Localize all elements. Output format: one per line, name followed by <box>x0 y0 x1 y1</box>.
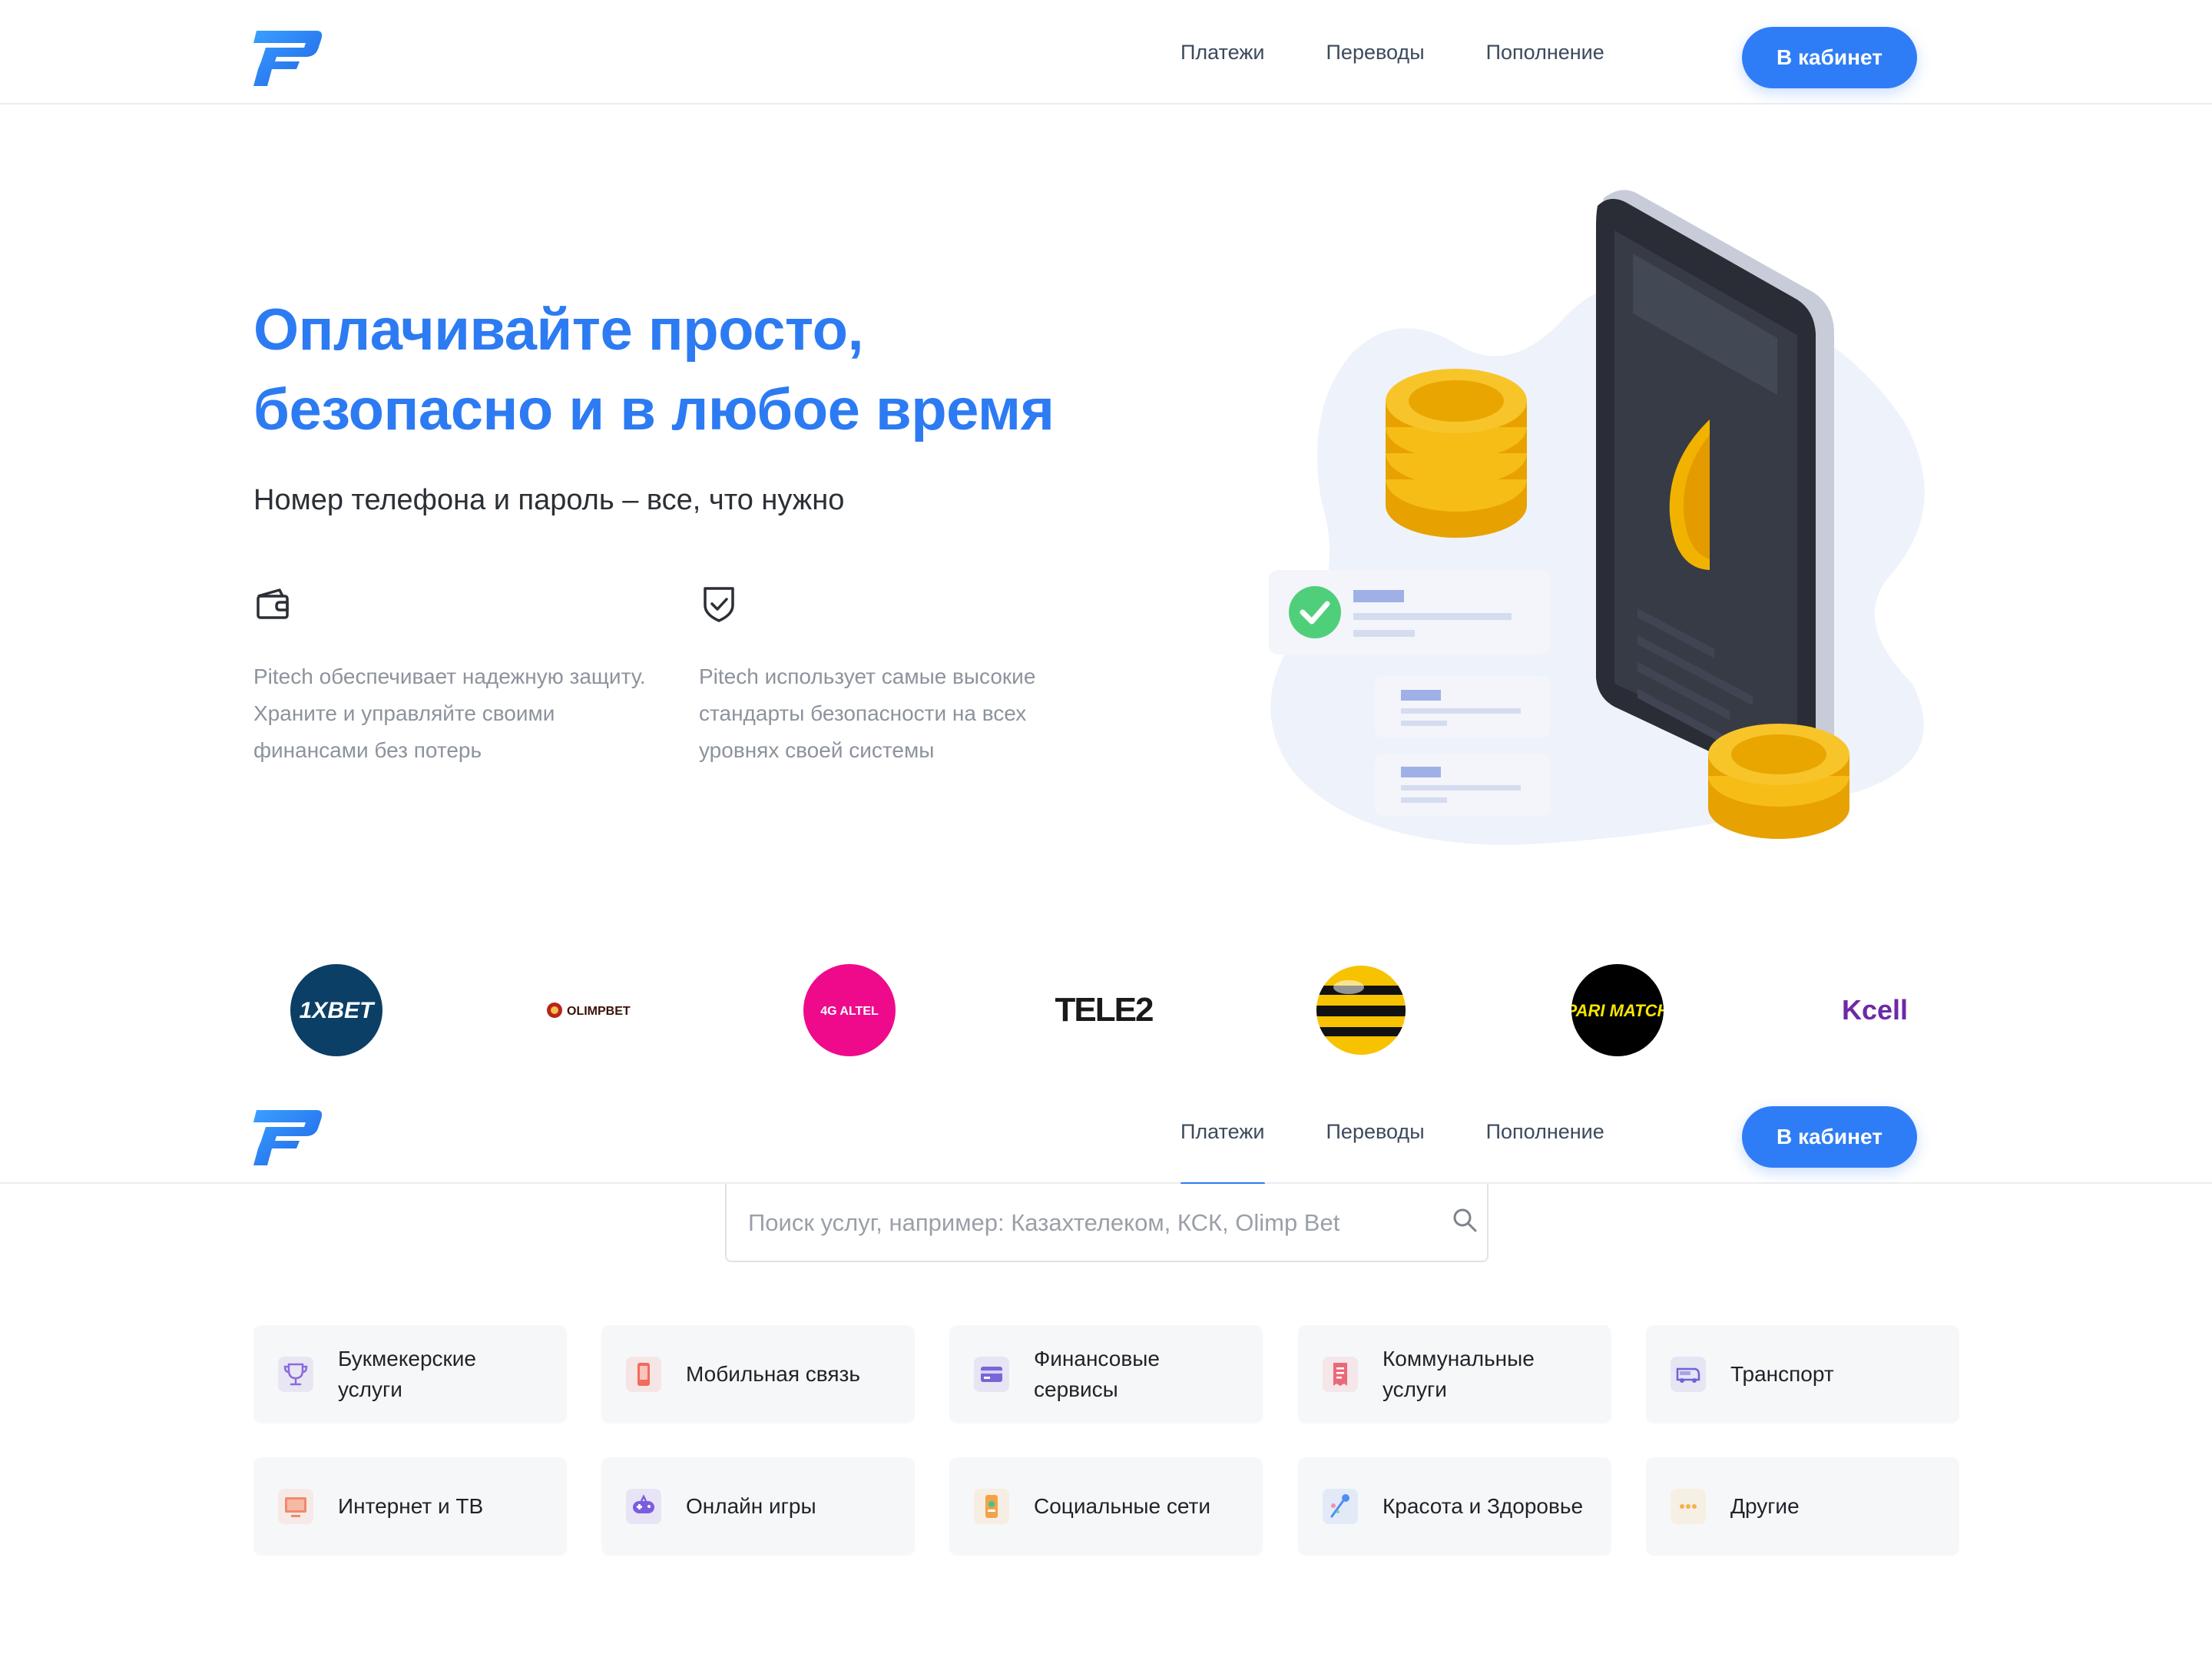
tab-payments[interactable]: Платежи <box>1181 1079 1265 1185</box>
category-label: Интернет и ТВ <box>338 1494 484 1518</box>
nav-payments[interactable]: Платежи <box>1181 0 1265 104</box>
receipt-icon <box>1323 1357 1358 1392</box>
altel-logo: 4G ALTEL <box>803 964 896 1056</box>
category-label: Коммунальные услуги <box>1382 1347 1535 1401</box>
category-tile[interactable]: Другие <box>1646 1457 1959 1556</box>
category-label: Онлайн игры <box>686 1494 816 1518</box>
gamepad-icon <box>626 1489 661 1524</box>
card-icon <box>974 1357 1009 1392</box>
bus-icon <box>1671 1357 1706 1392</box>
parimatch-logo: PARI MATCH <box>1571 964 1664 1056</box>
dots-icon <box>1671 1489 1706 1524</box>
category-tile[interactable]: Красота и Здоровье <box>1298 1457 1611 1556</box>
category-label: Социальные сети <box>1034 1494 1211 1518</box>
partner-parimatch[interactable]: PARI MATCH <box>1571 960 1664 1060</box>
partners-strip: 1XBET OLIMPBET 4G ALTEL TELE2 ARI MATCH … <box>253 960 1959 1060</box>
olimpbet-logo: OLIMPBET <box>547 1003 631 1018</box>
hero-title: Оплачивайте просто, безопасно и в любое … <box>253 297 1055 442</box>
partner-parimatch-label: PARI MATCH <box>1571 1001 1664 1020</box>
cabinet-button[interactable]: В кабинет <box>1742 27 1917 88</box>
partner-1xbet[interactable]: 1XBET <box>290 960 382 1060</box>
search-input[interactable] <box>748 1184 1409 1261</box>
partner-kcell-label: Kcell <box>1842 994 1908 1026</box>
nav-topup[interactable]: Пополнение <box>1486 0 1604 104</box>
tab-transfers[interactable]: Переводы <box>1326 1079 1425 1184</box>
phone-icon <box>626 1357 661 1392</box>
beeline-logo <box>1316 966 1406 1055</box>
pitech-logo[interactable] <box>253 29 323 88</box>
tele2-logo: TELE2 <box>1055 991 1154 1029</box>
sticky-nav: Платежи Переводы Пополнение <box>1181 1079 1604 1185</box>
main-nav: Платежи Переводы Пополнение <box>1181 0 1604 104</box>
partner-tele2[interactable]: TELE2 <box>1054 960 1154 1060</box>
1xbet-logo: 1XBET <box>290 964 382 1056</box>
partner-altel-label: 4G ALTEL <box>820 1005 879 1018</box>
category-label: Красота и Здоровье <box>1382 1494 1584 1518</box>
partner-tele2-label: TELE2 <box>1055 991 1153 1029</box>
partner-kcell[interactable]: Kcell <box>1833 960 1917 1060</box>
category-label: Букмекерские услуги <box>338 1347 477 1401</box>
tv-icon <box>278 1489 313 1524</box>
feature-wallet-text: Pitech обеспечивает надежную защиту. Хра… <box>253 665 646 762</box>
category-tile[interactable]: Социальные сети <box>949 1457 1263 1556</box>
category-tile[interactable]: Транспорт <box>1646 1325 1959 1423</box>
top-header: Платежи Переводы Пополнение В кабинет <box>0 0 2212 104</box>
category-tile[interactable]: Мобильная связь <box>601 1325 915 1423</box>
wallet-icon <box>257 588 289 619</box>
category-tile[interactable]: Интернет и ТВ <box>253 1457 567 1556</box>
sticky-header: Платежи Переводы Пополнение В кабинет <box>0 1079 2212 1185</box>
partner-altel[interactable]: 4G ALTEL <box>803 960 896 1060</box>
feature-security-text: Pitech использует самые высокие стандарт… <box>699 665 1036 762</box>
category-label: Другие <box>1730 1494 1800 1518</box>
social-icon <box>974 1489 1009 1524</box>
trophy-icon <box>278 1357 313 1392</box>
category-label: Мобильная связь <box>686 1362 860 1386</box>
partner-olimpbet[interactable]: OLIMPBET <box>545 960 645 1060</box>
search-box <box>725 1184 1488 1262</box>
partner-beeline[interactable] <box>1315 960 1407 1060</box>
beauty-icon <box>1323 1489 1358 1524</box>
nav-transfers[interactable]: Переводы <box>1326 0 1425 104</box>
sticky-cabinet-button[interactable]: В кабинет <box>1742 1106 1917 1168</box>
search-icon[interactable] <box>1452 1207 1478 1233</box>
category-tile[interactable]: Финансовые сервисы <box>949 1325 1263 1423</box>
pitech-logo[interactable] <box>253 1109 323 1167</box>
hero-illustration <box>1269 190 1925 845</box>
shield-check-icon <box>704 587 734 622</box>
category-label: Финансовые сервисы <box>1034 1347 1160 1401</box>
tab-topup[interactable]: Пополнение <box>1486 1079 1604 1184</box>
partner-olimpbet-label: OLIMPBET <box>567 1005 631 1018</box>
hero-subtitle: Номер телефона и пароль – все, что нужно <box>253 484 845 516</box>
category-tile[interactable]: Букмекерские услуги <box>253 1325 567 1423</box>
category-tile[interactable]: Коммунальные услуги <box>1298 1325 1611 1423</box>
kcell-logo: Kcell <box>1842 994 1908 1026</box>
category-label: Транспорт <box>1730 1362 1834 1386</box>
category-tile[interactable]: Онлайн игры <box>601 1457 915 1556</box>
partner-1xbet-label: 1XBET <box>300 998 376 1023</box>
feature-wallet: Pitech обеспечивает надежную защиту. Хра… <box>253 584 653 769</box>
feature-security: Pitech использует самые высокие стандарт… <box>699 584 1098 769</box>
